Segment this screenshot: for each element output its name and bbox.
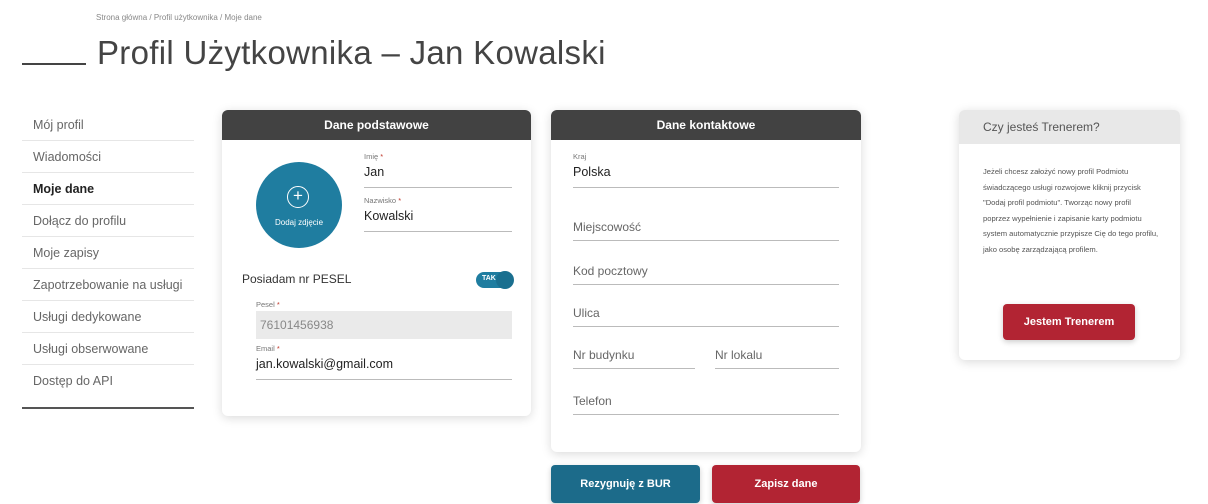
sidebar-divider <box>22 407 194 409</box>
title-decoration <box>22 63 86 65</box>
email-field[interactable]: Email * jan.kowalski@gmail.com <box>256 344 512 380</box>
sidebar-item-my-profile[interactable]: Mój profil <box>22 109 194 141</box>
toggle-knob <box>496 271 514 289</box>
postal-code-field[interactable]: Kod pocztowy <box>573 264 839 285</box>
first-name-label-text: Imię <box>364 152 379 161</box>
required-mark: * <box>276 344 280 353</box>
plus-icon: + <box>287 186 309 208</box>
pesel-toggle-label: Posiadam nr PESEL <box>242 272 352 286</box>
sidebar-item-api-access[interactable]: Dostęp do API <box>22 365 194 397</box>
country-value: Polska <box>573 165 611 179</box>
contact-data-card: Dane kontaktowe Kraj Polska Miejscowość … <box>551 110 861 452</box>
last-name-label: Nazwisko * <box>364 196 512 205</box>
save-data-button[interactable]: Zapisz dane <box>712 465 860 503</box>
street-field[interactable]: Ulica <box>573 306 839 327</box>
add-photo-button[interactable]: + Dodaj zdjęcie <box>256 162 342 248</box>
add-photo-label: Dodaj zdjęcie <box>274 218 324 227</box>
sidebar-item-my-enrollments[interactable]: Moje zapisy <box>22 237 194 269</box>
email-value: jan.kowalski@gmail.com <box>256 357 394 371</box>
page-title: Profil Użytkownika – Jan Kowalski <box>97 34 606 71</box>
sidebar-item-service-demand[interactable]: Zapotrzebowanie na usługi <box>22 269 194 301</box>
country-label: Kraj <box>573 152 587 161</box>
pesel-toggle-row: Posiadam nr PESEL TAK <box>242 271 514 292</box>
email-label: Email * <box>256 344 512 353</box>
sidebar-item-dedicated-services[interactable]: Usługi dedykowane <box>22 301 194 333</box>
trainer-card-header: Czy jesteś Trenerem? <box>959 110 1180 144</box>
last-name-value: Kowalski <box>364 209 414 223</box>
required-mark: * <box>398 196 402 205</box>
sidebar: Mój profil Wiadomości Moje dane Dołącz d… <box>22 109 194 409</box>
phone-field[interactable]: Telefon <box>573 394 839 415</box>
basic-data-header: Dane podstawowe <box>222 110 531 140</box>
sidebar-item-join-profile[interactable]: Dołącz do profilu <box>22 205 194 237</box>
country-field[interactable]: Kraj Polska <box>573 152 839 188</box>
pesel-toggle[interactable]: TAK <box>476 271 514 289</box>
contact-data-header: Dane kontaktowe <box>551 110 861 140</box>
email-label-text: Email <box>256 344 275 353</box>
apartment-number-field[interactable]: Nr lokalu <box>715 348 839 369</box>
toggle-text: TAK <box>482 275 496 282</box>
pesel-label: Pesel * <box>242 300 512 309</box>
first-name-label: Imię * <box>364 152 512 161</box>
city-field[interactable]: Miejscowość <box>573 220 839 241</box>
pesel-field: Pesel * 76101456938 <box>242 300 512 339</box>
required-mark: * <box>276 300 280 309</box>
pesel-value: 76101456938 <box>256 311 512 339</box>
breadcrumb: Strona główna / Profil użytkownika / Moj… <box>96 13 262 22</box>
trainer-card-text: Jeżeli chcesz założyć nowy profil Podmio… <box>983 167 1159 254</box>
last-name-label-text: Nazwisko <box>364 196 397 205</box>
resign-bur-button[interactable]: Rezygnuję z BUR <box>551 465 700 503</box>
first-name-field[interactable]: Imię * Jan <box>364 152 512 188</box>
sidebar-item-my-data[interactable]: Moje dane <box>22 173 194 205</box>
building-number-field[interactable]: Nr budynku <box>573 348 695 369</box>
basic-data-card: Dane podstawowe + Dodaj zdjęcie Imię * J… <box>222 110 531 416</box>
sidebar-item-messages[interactable]: Wiadomości <box>22 141 194 173</box>
trainer-card: Czy jesteś Trenerem? Jeżeli chcesz założ… <box>959 110 1180 360</box>
pesel-label-text: Pesel <box>256 300 275 309</box>
i-am-trainer-button[interactable]: Jestem Trenerem <box>1003 304 1135 340</box>
sidebar-item-observed-services[interactable]: Usługi obserwowane <box>22 333 194 365</box>
first-name-value: Jan <box>364 165 385 179</box>
last-name-field[interactable]: Nazwisko * Kowalski <box>364 196 512 232</box>
required-mark: * <box>380 152 384 161</box>
